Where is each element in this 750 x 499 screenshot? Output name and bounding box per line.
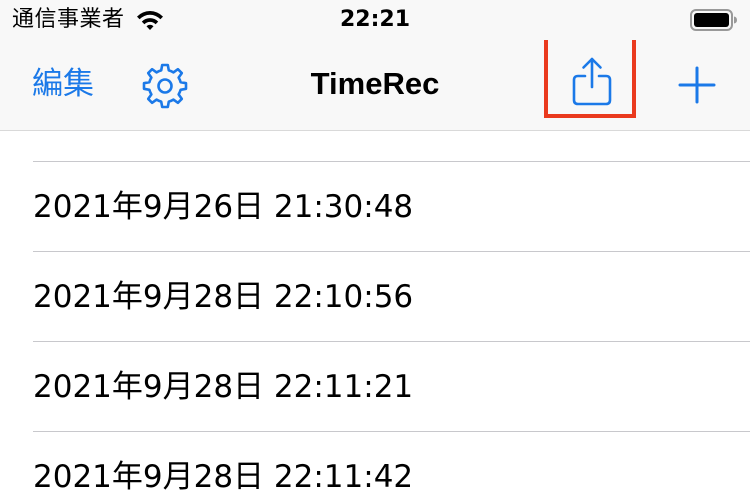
- page-title: TimeRec: [310, 66, 440, 101]
- list-item[interactable]: 2021年9月26日 21:30:48: [0, 162, 750, 252]
- record-label: 2021年9月28日 22:11:42: [33, 459, 414, 495]
- record-label: 2021年9月28日 22:11:21: [33, 369, 414, 405]
- status-time: 22:21: [339, 7, 411, 32]
- record-label: 2021年9月26日 21:30:48: [33, 189, 414, 225]
- list-item[interactable]: 2021年9月28日 22:11:42: [0, 432, 750, 499]
- status-bar: 通信事業者 22:21: [0, 0, 750, 40]
- navigation-bar: 編集 TimeRec: [0, 40, 750, 131]
- share-icon[interactable]: [570, 56, 614, 108]
- list-item[interactable]: 2021年9月28日 22:10:56: [0, 252, 750, 342]
- record-label: 2021年9月28日 22:10:56: [33, 279, 414, 315]
- plus-icon[interactable]: [676, 64, 718, 106]
- battery-icon: [690, 9, 737, 31]
- list-item[interactable]: 2021年9月28日 22:11:21: [0, 342, 750, 432]
- records-list[interactable]: 2021年9月26日 21:30:22 2021年9月26日 21:30:48 …: [0, 72, 750, 499]
